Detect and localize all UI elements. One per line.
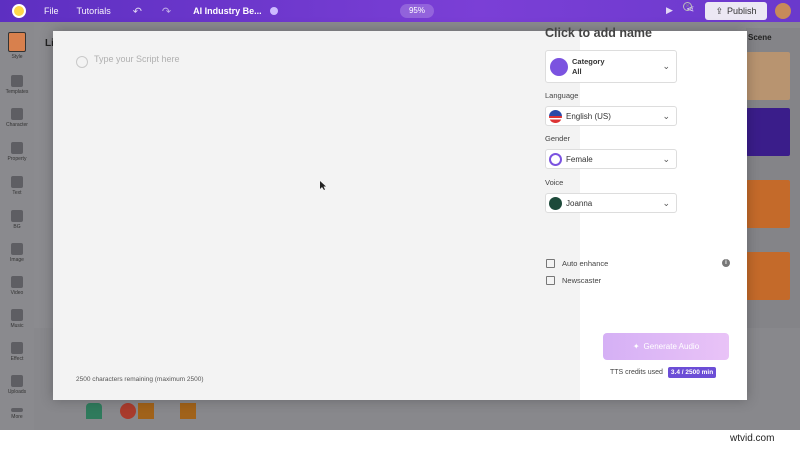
chevron-down-icon: ⌄ <box>662 198 670 208</box>
sparkle-icon: ✦ <box>632 342 640 351</box>
gender-select[interactable]: Female ⌄ <box>545 149 677 169</box>
script-area: 2500 characters remaining (maximum 2500) <box>53 31 580 400</box>
voice-value: Joanna <box>566 198 593 208</box>
timeline-text-shape[interactable] <box>180 403 196 419</box>
sidebar-item-templates[interactable]: Templates <box>0 75 34 95</box>
timeline-text-shape[interactable] <box>138 403 154 419</box>
checkbox[interactable] <box>546 276 555 285</box>
checkbox[interactable] <box>546 259 555 268</box>
audio-wave-icon <box>550 57 568 76</box>
project-title[interactable]: AI Industry Be... <box>193 6 262 16</box>
generate-audio-button[interactable]: ✦ Generate Audio <box>603 333 729 360</box>
music-icon <box>11 309 23 321</box>
publish-label: Publish <box>727 6 757 16</box>
language-label: Language <box>545 91 579 100</box>
newscaster-checkbox[interactable]: Newscaster <box>546 276 601 285</box>
sidebar-item-text[interactable]: Text <box>0 176 34 196</box>
scene-thumbnail[interactable] <box>746 252 790 300</box>
top-bar: File Tutorials ↶ ↷ AI Industry Be... 95%… <box>0 0 800 22</box>
category-select[interactable]: Category All ⌄ <box>545 50 677 83</box>
scene-thumbnail[interactable] <box>746 108 790 156</box>
info-icon[interactable]: i <box>722 259 730 267</box>
voice-name-title[interactable]: Click to add name <box>545 26 652 40</box>
us-flag-icon <box>549 109 562 123</box>
sidebar-item-bg[interactable]: BG <box>0 210 34 230</box>
undo-icon[interactable]: ↶ <box>133 5 142 18</box>
mic-icon <box>76 56 88 68</box>
close-icon[interactable]: × <box>683 2 692 11</box>
menu-file[interactable]: File <box>44 6 59 16</box>
credits-value: 3.4 / 2500 min <box>667 367 717 378</box>
generate-audio-label: Generate Audio <box>643 342 700 351</box>
style-icon <box>8 32 26 52</box>
sidebar-item-more[interactable]: More <box>0 408 34 420</box>
effect-icon <box>11 342 23 354</box>
play-icon[interactable]: ▶ <box>666 5 673 16</box>
redo-icon[interactable]: ↷ <box>162 5 171 18</box>
newscaster-label: Newscaster <box>562 276 602 285</box>
app-logo[interactable] <box>12 4 26 18</box>
timeline-shape[interactable] <box>120 403 136 419</box>
mouse-cursor-icon <box>320 181 326 190</box>
voice-select[interactable]: Joanna ⌄ <box>545 193 677 213</box>
publish-button[interactable]: ⇪ Publish <box>705 2 767 20</box>
property-icon <box>11 142 23 154</box>
scene-thumbnail[interactable] <box>746 180 790 228</box>
sidebar-item-video[interactable]: Video <box>0 276 34 296</box>
uploads-icon <box>11 375 23 387</box>
image-icon <box>11 243 23 255</box>
sidebar-item-character[interactable]: Character <box>0 108 34 128</box>
auto-enhance-checkbox[interactable]: Auto enhance <box>546 259 608 268</box>
scene-heading: Scene <box>748 33 772 42</box>
tts-credits: TTS credits used 3.4 / 2500 min <box>610 367 717 378</box>
category-label: Category <box>572 56 605 66</box>
text-icon <box>11 176 23 188</box>
bg-icon <box>11 210 23 222</box>
templates-icon <box>11 75 23 87</box>
sidebar-item-music[interactable]: Music <box>0 309 34 329</box>
scene-thumbnail[interactable] <box>746 52 790 100</box>
language-select[interactable]: English (US) ⌄ <box>545 106 677 126</box>
bottom-strip <box>0 430 800 450</box>
voice-avatar <box>549 196 562 210</box>
female-icon <box>549 152 562 166</box>
gender-value: Female <box>566 154 593 164</box>
chevron-down-icon: ⌄ <box>662 111 670 121</box>
sidebar-item-image[interactable]: Image <box>0 243 34 263</box>
zoom-level[interactable]: 95% <box>400 4 434 18</box>
characters-remaining: 2500 characters remaining (maximum 2500) <box>76 376 204 383</box>
video-icon <box>11 276 23 288</box>
chevron-down-icon: ⌄ <box>662 154 670 164</box>
sidebar-item-uploads[interactable]: Uploads <box>0 375 34 395</box>
menu-tutorials[interactable]: Tutorials <box>77 6 111 16</box>
gender-label: Gender <box>545 134 571 143</box>
project-status-icon <box>269 7 278 15</box>
sidebar-item-style[interactable]: Style <box>0 32 34 60</box>
language-value: English (US) <box>566 111 611 121</box>
auto-enhance-label: Auto enhance <box>562 259 609 268</box>
sidebar-item-property[interactable]: Property <box>0 142 34 162</box>
credits-label: TTS credits used <box>610 369 663 376</box>
voice-label: Voice <box>545 178 564 187</box>
category-value: All <box>572 66 582 76</box>
timeline-shape[interactable] <box>86 403 102 419</box>
user-avatar[interactable] <box>775 3 791 19</box>
sidebar-item-effect[interactable]: Effect <box>0 342 34 362</box>
more-icon <box>11 408 23 412</box>
upload-icon: ⇪ <box>715 5 723 16</box>
watermark: wtvid.com <box>730 433 775 444</box>
script-input[interactable] <box>94 54 554 64</box>
chevron-down-icon: ⌄ <box>662 61 670 71</box>
character-icon <box>11 108 23 120</box>
